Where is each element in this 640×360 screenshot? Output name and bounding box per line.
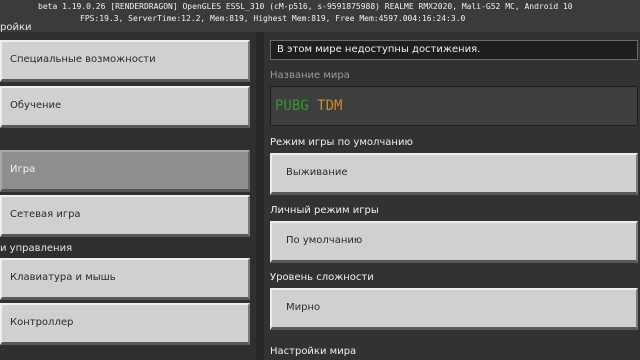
sidebar-item-label: Сетевая игра <box>10 209 81 220</box>
sidebar-item-label: Клавиатура и мышь <box>10 272 116 283</box>
notice-text: В этом мире недоступны достижения. <box>277 44 481 55</box>
sidebar-item-label: Специальные возможности <box>10 54 156 65</box>
sidebar-item-label: Игра <box>10 164 36 175</box>
world-name-label: Название мира <box>270 70 350 81</box>
sidebar-item-controller[interactable]: Контроллер <box>0 303 250 345</box>
debug-overlay: beta 1.19.0.26 [RENDERDRAGON] OpenGLES E… <box>0 0 640 32</box>
panel-divider <box>256 32 264 360</box>
sidebar-item-tutorial[interactable]: Обучение <box>0 86 250 128</box>
gamemode-dropdown[interactable]: Выживание <box>270 153 638 195</box>
difficulty-value: Мирно <box>286 302 321 313</box>
sidebar-item-keyboard-mouse[interactable]: Клавиатура и мышь <box>0 258 250 300</box>
debug-info-line: beta 1.19.0.26 [RENDERDRAGON] OpenGLES E… <box>38 2 573 11</box>
world-settings-label: Настройки мира <box>270 346 357 357</box>
achievements-notice: В этом мире недоступны достижения. <box>270 40 638 60</box>
world-name-part2: TDM <box>317 98 343 114</box>
sidebar-item-accessibility[interactable]: Специальные возможности <box>0 40 250 82</box>
sidebar-item-label: Контроллер <box>10 317 74 328</box>
world-name-value: PUBG TDM <box>275 98 342 114</box>
section-header-controls: и управления <box>0 243 73 254</box>
personal-mode-value: По умолчанию <box>286 235 363 246</box>
personal-mode-label: Личный режим игры <box>270 205 379 216</box>
difficulty-dropdown[interactable]: Мирно <box>270 288 638 330</box>
difficulty-label: Уровень сложности <box>270 272 374 283</box>
world-name-input[interactable]: PUBG TDM <box>270 86 638 126</box>
world-name-part1: PUBG <box>275 98 309 114</box>
sidebar-item-multiplayer[interactable]: Сетевая игра <box>0 195 250 237</box>
gamemode-label: Режим игры по умолчанию <box>270 137 413 148</box>
debug-stats-line: FPS:19.3, ServerTime:12.2, Mem:819, High… <box>80 14 466 23</box>
gamemode-value: Выживание <box>286 167 348 178</box>
personal-mode-dropdown[interactable]: По умолчанию <box>270 221 638 263</box>
sidebar-item-game[interactable]: Игра <box>0 150 250 192</box>
sidebar-item-label: Обучение <box>10 100 62 111</box>
